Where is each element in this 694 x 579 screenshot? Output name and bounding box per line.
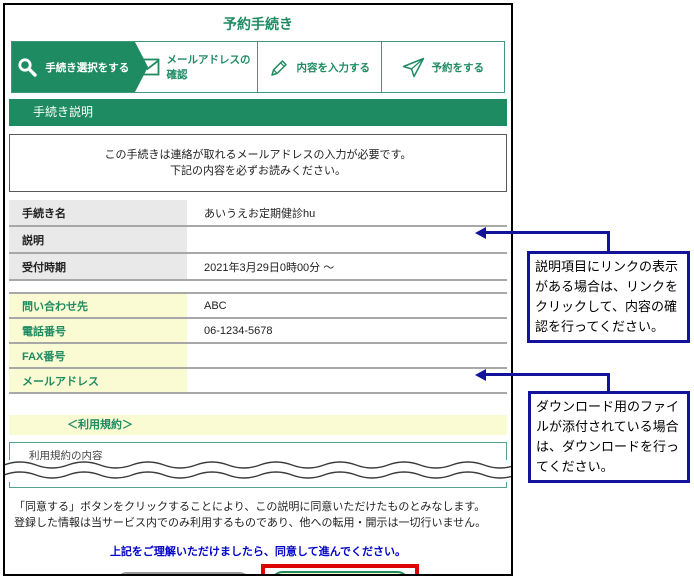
table-row-description: 説明 [9, 227, 507, 254]
callout-download-connector-line [486, 373, 610, 376]
torn-paper-divider [4, 460, 513, 482]
row-value [187, 369, 507, 392]
row-value: 06-1234-5678 [187, 319, 507, 342]
notice-line-1: この手続きは連絡が取れるメールアドレスの入力が必要です。 [10, 147, 506, 163]
progress-stepper: 手続き選択をする メールアドレスの確認 内容を入力する [11, 41, 505, 93]
paper-plane-icon [402, 57, 425, 78]
table-row-phone: 電話番号 06-1234-5678 [9, 319, 507, 344]
callout-link-arrowhead-icon [475, 227, 486, 239]
reservation-panel: 予約手続き 手続き選択をする メールアドレスの確認 [3, 3, 513, 576]
page-title: 予約手続き [5, 14, 511, 34]
terms-content-box: 利用規約の内容 [9, 442, 507, 488]
row-value [187, 344, 507, 367]
agree-button-label: 同意する [318, 574, 362, 576]
step-label: 内容を入力する [297, 60, 371, 75]
row-label: FAX番号 [9, 344, 187, 367]
row-value: あいうえお定期健診hu [187, 200, 507, 225]
proceed-note: 上記をご理解いただけましたら、同意して進んでください。 [5, 543, 511, 559]
table-row-fax: FAX番号 [9, 344, 507, 369]
agree-button[interactable]: 同意する > [271, 571, 409, 577]
table-row-procedure-name: 手続き名 あいうえお定期健診hu [9, 200, 507, 227]
row-value: ABC [187, 294, 507, 317]
contact-details-table: 問い合わせ先 ABC 電話番号 06-1234-5678 FAX番号 メールアド… [9, 292, 507, 394]
step-label: 手続き選択をする [45, 60, 129, 75]
section-heading: 手続き説明 [9, 99, 507, 126]
notice-line-2: 下記の内容を必ずお読みください。 [10, 163, 506, 179]
agreement-line-2: 登録した情報は当サービス内でのみ利用するものであり、他への転用・開示は一切行いま… [14, 515, 507, 531]
row-value: 2021年3月29日0時00分 ～ [187, 254, 507, 279]
table-row-email: メールアドレス [9, 369, 507, 394]
row-label: 手続き名 [9, 200, 187, 225]
step-label: メールアドレスの確認 [167, 52, 258, 82]
row-value [187, 227, 507, 252]
agree-button-highlight: 同意する > [261, 564, 419, 576]
row-label: 電話番号 [9, 319, 187, 342]
step-label: 予約をする [432, 60, 485, 75]
procedure-details-table: 手続き名 あいうえお定期健診hu 説明 受付時期 2021年3月29日0時00分… [9, 200, 507, 281]
terms-of-use-heading: ＜利用規約＞ [9, 415, 507, 435]
agreement-line-1: 「同意する」ボタンをクリックすることにより、この説明に同意いただけたものとみなし… [14, 499, 507, 515]
row-label: メールアドレス [9, 369, 187, 392]
table-row-inquiries: 問い合わせ先 ABC [9, 294, 507, 319]
row-label: 説明 [9, 227, 187, 252]
button-row: < 時間選択へ戻る 同意する > [5, 563, 511, 576]
pencil-icon [269, 57, 290, 78]
back-to-time-selection-button[interactable]: < 時間選択へ戻る [115, 572, 251, 576]
row-label: 受付時期 [9, 254, 187, 279]
magnifier-icon [17, 57, 38, 78]
table-row-acceptance-period: 受付時期 2021年3月29日0時00分 ～ [9, 254, 507, 281]
callout-link-note: 説明項目にリンクの表示 がある場合は、リンクを クリックして、内容の確 認を行っ… [527, 251, 690, 343]
callout-link-connector-line [607, 231, 610, 251]
row-label: 問い合わせ先 [9, 294, 187, 317]
callout-download-note: ダウンロード用のファイ ルが添付されている場合 は、ダウンロードを行っ てくださ… [528, 391, 690, 483]
callout-download-arrowhead-icon [475, 369, 486, 381]
step-enter-details: 内容を入力する [257, 42, 381, 92]
callout-link-connector-line [486, 231, 610, 234]
step-select-procedure: 手続き選択をする [12, 42, 135, 92]
step-make-reservation: 予約をする [381, 42, 505, 92]
agreement-text: 「同意する」ボタンをクリックすることにより、この説明に同意いただけたものとみなし… [14, 499, 507, 531]
callout-download-connector-line [607, 373, 610, 391]
step-confirm-email: メールアドレスの確認 [135, 42, 258, 92]
notice-box: この手続きは連絡が取れるメールアドレスの入力が必要です。 下記の内容を必ずお読み… [9, 134, 507, 192]
